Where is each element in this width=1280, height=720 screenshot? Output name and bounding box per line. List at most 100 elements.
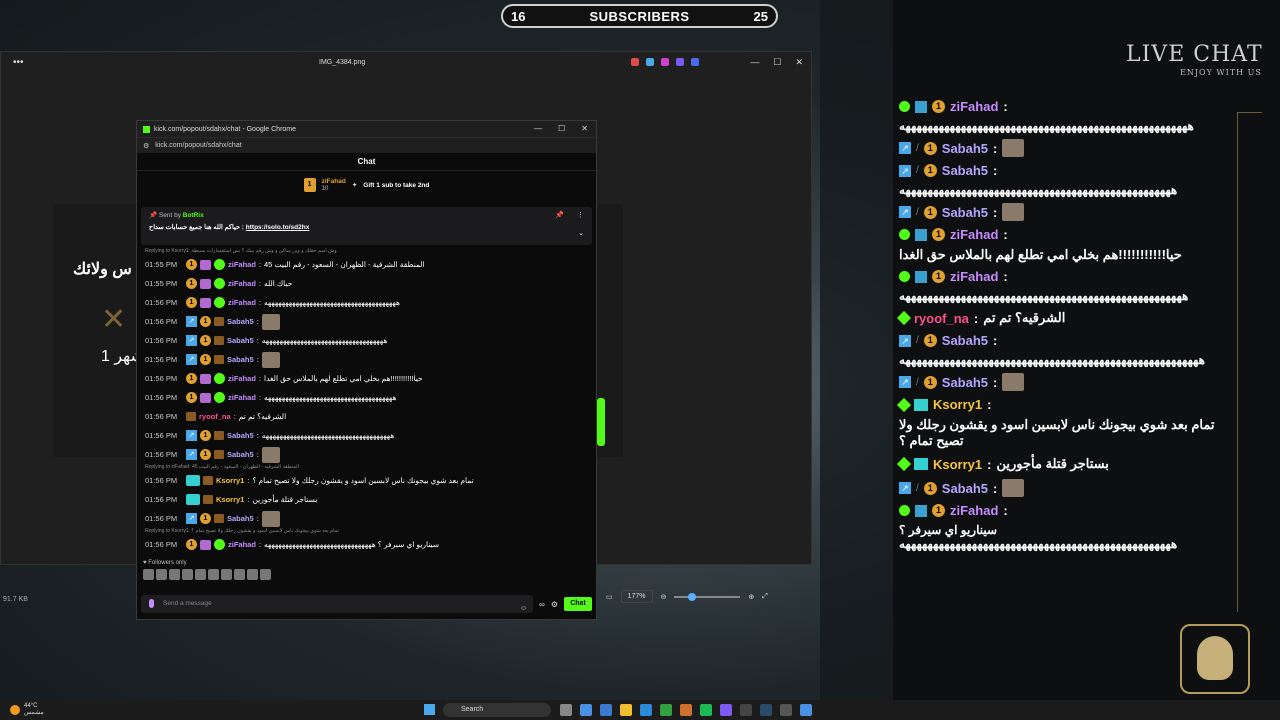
gear-icon[interactable]: ⚙ bbox=[551, 600, 558, 609]
spotify-icon[interactable] bbox=[700, 704, 712, 716]
pinned-bot-name[interactable]: BotRix bbox=[183, 212, 204, 219]
overlay-message: 1 ziFahad: سيناريو اي سيرفر ؟ هههههههههه… bbox=[899, 500, 1235, 554]
zoom-slider-knob[interactable] bbox=[688, 592, 697, 601]
site-settings-icon[interactable]: ⚙ bbox=[143, 142, 149, 150]
sub-badge-icon: 1 bbox=[200, 430, 211, 441]
message-time: 01:56 PM bbox=[145, 393, 178, 402]
copilot-icon[interactable] bbox=[600, 704, 612, 716]
zoom-slider[interactable] bbox=[674, 592, 741, 601]
fullscreen-icon[interactable]: ⤢ bbox=[762, 593, 768, 601]
points-icon[interactable]: ∞ bbox=[539, 600, 545, 609]
more-icon[interactable]: ⋮ bbox=[577, 211, 584, 219]
maximize-button[interactable]: ☐ bbox=[773, 57, 781, 68]
paint-icon[interactable] bbox=[661, 58, 669, 66]
message-username[interactable]: ziFahad bbox=[228, 260, 256, 269]
message-username[interactable]: ziFahad bbox=[228, 374, 256, 383]
vlc-icon[interactable] bbox=[680, 704, 692, 716]
taskbar-search[interactable]: Search bbox=[443, 703, 551, 717]
emote-image bbox=[1002, 139, 1025, 157]
vip-badge-icon: ↗ bbox=[899, 482, 911, 494]
avatar[interactable] bbox=[208, 569, 219, 580]
overlay-username: ziFahad bbox=[950, 227, 999, 242]
gift-badge-icon bbox=[200, 539, 211, 550]
viewer-toolbar-apps bbox=[631, 58, 699, 66]
message-username[interactable]: Sabah5 bbox=[227, 355, 254, 364]
xbox-icon[interactable] bbox=[660, 704, 672, 716]
background-trees bbox=[820, 0, 893, 700]
avatar[interactable] bbox=[156, 569, 167, 580]
weather-temp: 44°C bbox=[24, 703, 38, 709]
emote-icon[interactable]: ☺ bbox=[520, 600, 527, 618]
avatar[interactable] bbox=[169, 569, 180, 580]
fit-icon[interactable]: ▭ bbox=[606, 593, 613, 601]
message-time: 01:56 PM bbox=[145, 540, 178, 549]
obs-icon[interactable] bbox=[780, 704, 792, 716]
zoom-level[interactable]: 177% bbox=[620, 590, 653, 603]
avatar[interactable] bbox=[260, 569, 271, 580]
message-time: 01:56 PM bbox=[145, 514, 178, 523]
task-view-icon[interactable] bbox=[560, 704, 572, 716]
edge-icon[interactable] bbox=[640, 704, 652, 716]
message-username[interactable]: ziFahad bbox=[228, 298, 256, 307]
steam-icon[interactable] bbox=[760, 704, 772, 716]
avatar[interactable] bbox=[221, 569, 232, 580]
gift-badge-icon bbox=[200, 259, 211, 270]
message-time: 01:56 PM bbox=[145, 355, 178, 364]
maximize-button[interactable]: ☐ bbox=[558, 124, 565, 133]
followers-text: Followers only bbox=[148, 560, 187, 566]
edit-icon[interactable] bbox=[631, 58, 639, 66]
frame-line bbox=[1237, 112, 1238, 612]
avatar[interactable] bbox=[234, 569, 245, 580]
sub-badge-icon: 1 bbox=[186, 539, 197, 550]
minimize-button[interactable]: — bbox=[750, 57, 759, 68]
pinned-link[interactable]: https://solo.to/sd2hx bbox=[246, 224, 310, 231]
overlay-message: ↗/1 Sabah5: هههههههههههههههههههههههههههه… bbox=[899, 160, 1235, 200]
message-username[interactable]: Sabah5 bbox=[227, 450, 254, 459]
minimize-button[interactable]: — bbox=[534, 124, 542, 133]
message-username[interactable]: Sabah5 bbox=[227, 431, 254, 440]
recent-chatters bbox=[137, 569, 596, 580]
info-icon[interactable] bbox=[691, 58, 699, 66]
close-button[interactable]: ✕ bbox=[581, 124, 588, 133]
discord-icon[interactable] bbox=[720, 704, 732, 716]
message-username[interactable]: Ksorry1 bbox=[216, 495, 244, 504]
message-username[interactable]: Sabah5 bbox=[227, 317, 254, 326]
message-username[interactable]: ziFahad bbox=[228, 393, 256, 402]
clipchamp-icon[interactable] bbox=[676, 58, 684, 66]
photos-icon[interactable] bbox=[800, 704, 812, 716]
chat-send-button[interactable]: Chat bbox=[564, 597, 592, 611]
overlay-message: ryoof_na: الشرقيه؟ تم تم bbox=[896, 306, 1235, 330]
weather-widget[interactable]: 44°C مشمس bbox=[10, 703, 44, 717]
overlay-username: ziFahad bbox=[950, 503, 999, 518]
chrome-icon[interactable] bbox=[580, 704, 592, 716]
message-username[interactable]: Ksorry1 bbox=[216, 476, 244, 485]
x-icon[interactable] bbox=[740, 704, 752, 716]
chevron-down-icon[interactable]: ⌄ bbox=[578, 229, 584, 237]
message-username[interactable]: Sabah5 bbox=[227, 514, 254, 523]
gift-cta[interactable]: Gift 1 sub to take 2nd bbox=[363, 182, 429, 189]
unpin-icon[interactable]: 📌 bbox=[555, 211, 564, 219]
overlay-message: 1 ziFahad: حيا!!!!!!!!!!!هم بخلي امي تطل… bbox=[899, 227, 1182, 262]
message-username[interactable]: ryoof_na bbox=[199, 412, 231, 421]
start-button[interactable] bbox=[424, 704, 435, 715]
sub-badge-icon: 1 bbox=[186, 259, 197, 270]
message-username[interactable]: ziFahad bbox=[228, 540, 256, 549]
message-input[interactable]: Send a message ☺ bbox=[141, 595, 534, 613]
address-bar[interactable]: ⚙ kick.com/popout/sdahx/chat bbox=[137, 137, 596, 153]
message-username[interactable]: Sabah5 bbox=[227, 336, 254, 345]
zoom-in-icon[interactable]: ⊕ bbox=[748, 593, 754, 601]
gift-top-user[interactable]: ziFahad bbox=[322, 178, 346, 185]
message-username[interactable]: ziFahad bbox=[228, 279, 256, 288]
vip-badge-icon: ↗ bbox=[186, 354, 197, 365]
mic-icon[interactable] bbox=[149, 599, 154, 608]
message-text: تمام بعد شوي بيجونك ناس لابسين اسود و يق… bbox=[252, 476, 474, 485]
avatar[interactable] bbox=[182, 569, 193, 580]
avatar[interactable] bbox=[143, 569, 154, 580]
avatar[interactable] bbox=[247, 569, 258, 580]
share-icon[interactable] bbox=[646, 58, 654, 66]
viewer-menu-button[interactable]: ••• bbox=[13, 57, 24, 68]
zoom-out-icon[interactable]: ⊖ bbox=[661, 593, 667, 601]
close-button[interactable]: ✕ bbox=[795, 57, 803, 68]
avatar[interactable] bbox=[195, 569, 206, 580]
folder-icon[interactable] bbox=[620, 704, 632, 716]
